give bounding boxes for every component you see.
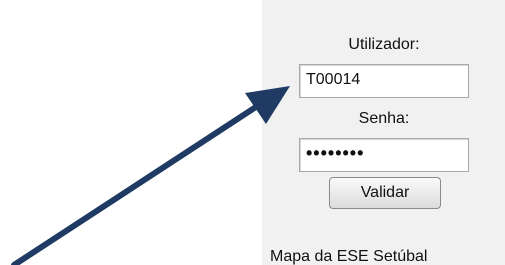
screenshot-stage: Utilizador: T00014 Senha: •••••••• Valid… <box>0 0 505 265</box>
annotation-arrow-icon <box>11 86 290 265</box>
